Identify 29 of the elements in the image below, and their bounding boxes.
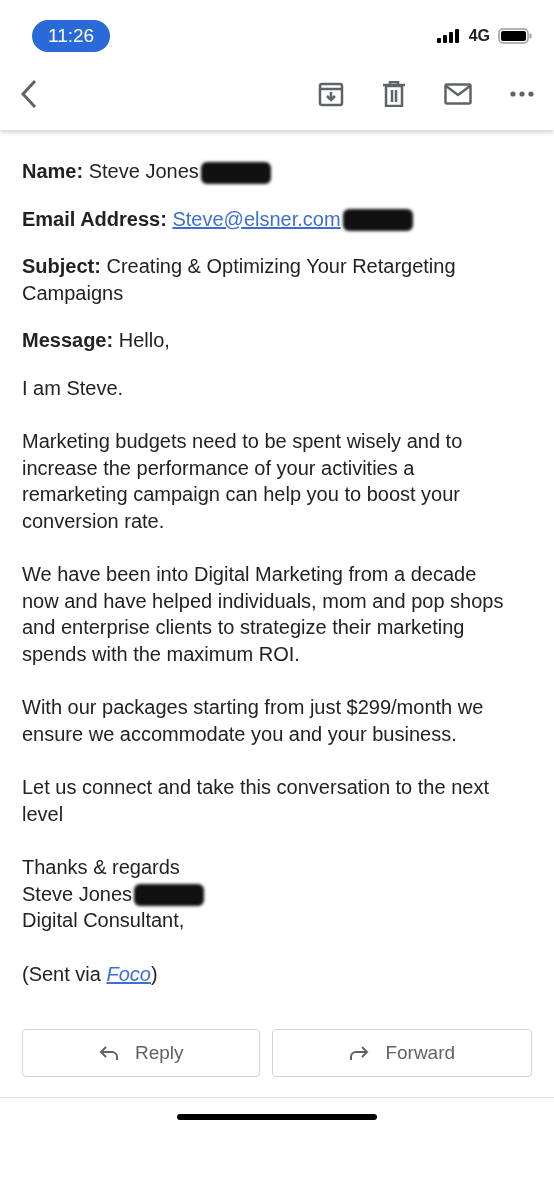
forward-icon [349, 1045, 370, 1061]
forward-button[interactable]: Forward [272, 1029, 532, 1077]
field-line: Subject: Creating & Optimizing Your Retargeting Campaigns [22, 255, 456, 304]
delete-icon[interactable] [382, 81, 406, 107]
body-text: (Sent via [22, 962, 102, 985]
field-line: Message: Hello, [22, 329, 170, 351]
back-icon[interactable] [20, 79, 38, 109]
archive-icon[interactable] [318, 81, 344, 107]
body-text: We have been into Digital Marketing from a decade now and have helped individuals, mom and pop shops and enterprise clients to strategize their marketing spends with the maximum ROI. [22, 563, 504, 665]
body-text: ) [150, 962, 158, 985]
network-label: 4G [468, 26, 490, 46]
reply-button[interactable]: Reply [22, 1029, 261, 1077]
battery-icon [498, 28, 532, 44]
reply-icon [98, 1045, 119, 1061]
mail-icon[interactable] [444, 83, 472, 105]
body-text: With our packages starting from just $299/month we ensure we accommodate you and your business. [22, 696, 484, 745]
body-text: I am Steve. [22, 376, 124, 399]
body-text: Steve Jones [22, 882, 133, 905]
body-text: Digital Consultant, [22, 909, 185, 931]
field-line: Email Address: [22, 207, 168, 230]
body-text: Marketing budgets need to be spent wisely and to increase the performance of your activities a remarketing campaign can help you to boost your conversion rate. [22, 430, 463, 532]
signal-icon [436, 29, 461, 43]
status-time: 11:26 [32, 19, 111, 53]
foco-link[interactable]: Foco [106, 962, 151, 985]
email-link[interactable]: Steve@elsner.com [172, 207, 341, 230]
field-line: Name: Steve Jones [22, 160, 199, 182]
body-text: Thanks & regards [22, 856, 180, 878]
more-icon[interactable] [510, 91, 534, 97]
body-text: Let us connect and take this conversation to the next level [22, 776, 489, 825]
